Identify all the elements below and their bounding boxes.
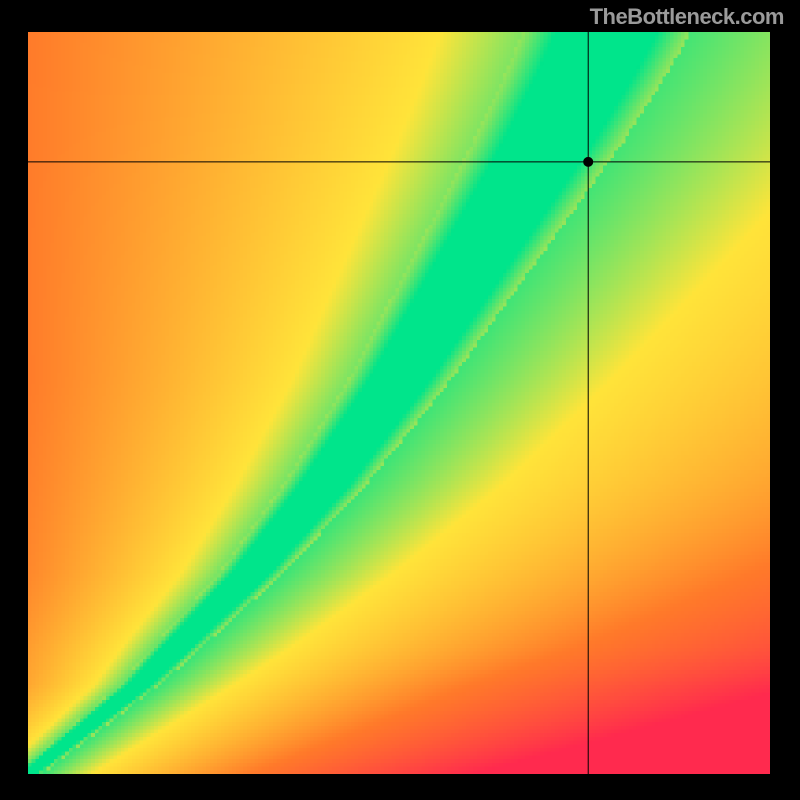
stage: TheBottleneck.com	[0, 0, 800, 800]
heatmap-plot	[28, 32, 770, 774]
plot-area[interactable]	[28, 32, 770, 774]
attribution-text: TheBottleneck.com	[590, 4, 784, 30]
